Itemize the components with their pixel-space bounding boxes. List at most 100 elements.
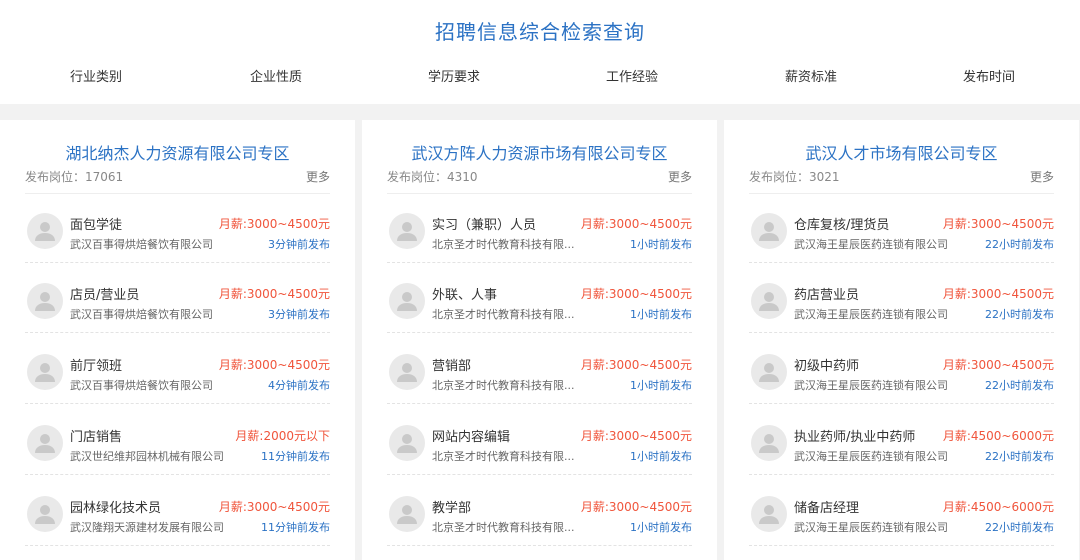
job-item[interactable]: 门店销售 月薪:2000元以下 武汉世纪维邦园林机械有限公司 11分钟前发布 bbox=[25, 405, 330, 475]
filter-education[interactable]: 学历要求 bbox=[428, 66, 480, 85]
zone-meta: 发布岗位：17061 更多 bbox=[25, 168, 330, 184]
zone-columns: 湖北纳杰人力资源有限公司专区 发布岗位：17061 更多 面包学徒 月薪:300… bbox=[0, 104, 1080, 560]
job-time: 11分钟前发布 bbox=[261, 521, 330, 534]
job-title[interactable]: 外联、人事 bbox=[432, 284, 497, 303]
job-company[interactable]: 武汉海王星辰医药连锁有限公司 bbox=[794, 306, 948, 322]
user-avatar-icon bbox=[389, 496, 425, 532]
job-item[interactable]: 初级中药师 月薪:3000~4500元 武汉海王星辰医药连锁有限公司 22小时前… bbox=[749, 334, 1054, 404]
job-title[interactable]: 园林绿化技术员 bbox=[70, 497, 161, 516]
job-title[interactable]: 网站内容编辑 bbox=[432, 426, 510, 445]
job-time: 22小时前发布 bbox=[985, 450, 1054, 463]
post-count: 3021 bbox=[809, 170, 840, 184]
job-time: 1小时前发布 bbox=[630, 238, 692, 251]
job-company[interactable]: 北京圣才时代教育科技有限... bbox=[432, 377, 575, 393]
job-item[interactable]: 执业药师/执业中药师 月薪:4500~6000元 武汉海王星辰医药连锁有限公司 … bbox=[749, 405, 1054, 475]
job-item[interactable]: 外联、人事 月薪:3000~4500元 北京圣才时代教育科技有限... 1小时前… bbox=[387, 263, 692, 333]
job-company[interactable]: 武汉百事得烘焙餐饮有限公司 bbox=[70, 236, 213, 252]
user-avatar-icon bbox=[27, 283, 63, 319]
job-salary: 月薪:3000~4500元 bbox=[580, 287, 692, 301]
job-time: 1小时前发布 bbox=[630, 450, 692, 463]
post-count-label: 发布岗位： bbox=[387, 170, 448, 184]
divider bbox=[749, 332, 1054, 333]
divider bbox=[387, 332, 692, 333]
job-time: 22小时前发布 bbox=[985, 379, 1054, 392]
job-title[interactable]: 面包学徒 bbox=[70, 214, 122, 233]
job-item[interactable]: 实习（兼职）人员 月薪:3000~4500元 北京圣才时代教育科技有限... 1… bbox=[387, 193, 692, 263]
job-company[interactable]: 北京圣才时代教育科技有限... bbox=[432, 519, 575, 535]
zone-title[interactable]: 武汉方阵人力资源市场有限公司专区 bbox=[362, 140, 717, 164]
job-item[interactable]: 教学部 月薪:3000~4500元 北京圣才时代教育科技有限... 1小时前发布 bbox=[387, 476, 692, 546]
divider bbox=[25, 403, 330, 404]
job-time: 1小时前发布 bbox=[630, 379, 692, 392]
more-link[interactable]: 更多 bbox=[306, 168, 330, 185]
user-avatar-icon bbox=[751, 213, 787, 249]
zone-meta: 发布岗位：3021 更多 bbox=[749, 168, 1054, 184]
job-title[interactable]: 店员/营业员 bbox=[70, 284, 139, 303]
job-company[interactable]: 武汉海王星辰医药连锁有限公司 bbox=[794, 236, 948, 252]
filter-company-type[interactable]: 企业性质 bbox=[250, 66, 302, 85]
zone-title[interactable]: 湖北纳杰人力资源有限公司专区 bbox=[0, 140, 355, 164]
job-item[interactable]: 营销部 月薪:3000~4500元 北京圣才时代教育科技有限... 1小时前发布 bbox=[387, 334, 692, 404]
job-item[interactable]: 仓库复核/理货员 月薪:3000~4500元 武汉海王星辰医药连锁有限公司 22… bbox=[749, 193, 1054, 263]
job-company[interactable]: 武汉百事得烘焙餐饮有限公司 bbox=[70, 377, 213, 393]
job-company[interactable]: 武汉隆翔天源建材发展有限公司 bbox=[70, 519, 224, 535]
job-item[interactable]: 网站内容编辑 月薪:3000~4500元 北京圣才时代教育科技有限... 1小时… bbox=[387, 405, 692, 475]
job-title[interactable]: 初级中药师 bbox=[794, 355, 859, 374]
job-company[interactable]: 武汉海王星辰医药连锁有限公司 bbox=[794, 448, 948, 464]
filter-industry[interactable]: 行业类别 bbox=[70, 66, 122, 85]
page-title: 招聘信息综合检索查询 bbox=[435, 20, 645, 44]
user-avatar-icon bbox=[751, 283, 787, 319]
job-company[interactable]: 武汉世纪维邦园林机械有限公司 bbox=[70, 448, 224, 464]
divider bbox=[25, 474, 330, 475]
divider bbox=[25, 332, 330, 333]
user-avatar-icon bbox=[751, 354, 787, 390]
job-title[interactable]: 药店营业员 bbox=[794, 284, 859, 303]
job-item[interactable]: 储备店经理 月薪:4500~6000元 武汉海王星辰医药连锁有限公司 22小时前… bbox=[749, 476, 1054, 546]
job-title[interactable]: 仓库复核/理货员 bbox=[794, 214, 889, 233]
job-time: 1小时前发布 bbox=[630, 521, 692, 534]
job-salary: 月薪:3000~4500元 bbox=[580, 500, 692, 514]
filter-experience[interactable]: 工作经验 bbox=[606, 66, 658, 85]
job-title[interactable]: 储备店经理 bbox=[794, 497, 859, 516]
filter-bar: 行业类别 企业性质 学历要求 工作经验 薪资标准 发布时间 bbox=[0, 66, 1080, 86]
job-title[interactable]: 实习（兼职）人员 bbox=[432, 214, 536, 233]
job-time: 22小时前发布 bbox=[985, 521, 1054, 534]
divider bbox=[387, 403, 692, 404]
filter-salary[interactable]: 薪资标准 bbox=[785, 66, 837, 85]
user-avatar-icon bbox=[389, 283, 425, 319]
job-item[interactable]: 园林绿化技术员 月薪:3000~4500元 武汉隆翔天源建材发展有限公司 11分… bbox=[25, 476, 330, 546]
divider bbox=[387, 545, 692, 546]
divider bbox=[749, 474, 1054, 475]
job-company[interactable]: 北京圣才时代教育科技有限... bbox=[432, 306, 575, 322]
job-company[interactable]: 武汉海王星辰医药连锁有限公司 bbox=[794, 377, 948, 393]
job-salary: 月薪:3000~4500元 bbox=[580, 429, 692, 443]
job-item[interactable]: 店员/营业员 月薪:3000~4500元 武汉百事得烘焙餐饮有限公司 3分钟前发… bbox=[25, 263, 330, 333]
user-avatar-icon bbox=[389, 213, 425, 249]
job-company[interactable]: 北京圣才时代教育科技有限... bbox=[432, 448, 575, 464]
job-company[interactable]: 武汉百事得烘焙餐饮有限公司 bbox=[70, 306, 213, 322]
job-time: 3分钟前发布 bbox=[268, 308, 330, 321]
zone-column: 武汉方阵人力资源市场有限公司专区 发布岗位：4310 更多 实习（兼职）人员 月… bbox=[362, 120, 717, 560]
job-title[interactable]: 前厅领班 bbox=[70, 355, 122, 374]
job-title[interactable]: 教学部 bbox=[432, 497, 471, 516]
zone-column: 湖北纳杰人力资源有限公司专区 发布岗位：17061 更多 面包学徒 月薪:300… bbox=[0, 120, 355, 560]
job-company[interactable]: 北京圣才时代教育科技有限... bbox=[432, 236, 575, 252]
job-time: 11分钟前发布 bbox=[261, 450, 330, 463]
job-item[interactable]: 药店营业员 月薪:3000~4500元 武汉海王星辰医药连锁有限公司 22小时前… bbox=[749, 263, 1054, 333]
job-title[interactable]: 门店销售 bbox=[70, 426, 122, 445]
more-link[interactable]: 更多 bbox=[668, 168, 692, 185]
filter-publish-time[interactable]: 发布时间 bbox=[963, 66, 1015, 85]
job-salary: 月薪:3000~4500元 bbox=[942, 358, 1054, 372]
zone-column: 武汉人才市场有限公司专区 发布岗位：3021 更多 仓库复核/理货员 月薪:30… bbox=[724, 120, 1079, 560]
job-title[interactable]: 执业药师/执业中药师 bbox=[794, 426, 915, 445]
more-link[interactable]: 更多 bbox=[1030, 168, 1054, 185]
job-title[interactable]: 营销部 bbox=[432, 355, 471, 374]
user-avatar-icon bbox=[27, 496, 63, 532]
job-company[interactable]: 武汉海王星辰医药连锁有限公司 bbox=[794, 519, 948, 535]
zone-title[interactable]: 武汉人才市场有限公司专区 bbox=[724, 140, 1079, 164]
job-item[interactable]: 面包学徒 月薪:3000~4500元 武汉百事得烘焙餐饮有限公司 3分钟前发布 bbox=[25, 193, 330, 263]
user-avatar-icon bbox=[27, 354, 63, 390]
post-count: 17061 bbox=[85, 170, 124, 184]
divider bbox=[387, 474, 692, 475]
job-item[interactable]: 前厅领班 月薪:3000~4500元 武汉百事得烘焙餐饮有限公司 4分钟前发布 bbox=[25, 334, 330, 404]
